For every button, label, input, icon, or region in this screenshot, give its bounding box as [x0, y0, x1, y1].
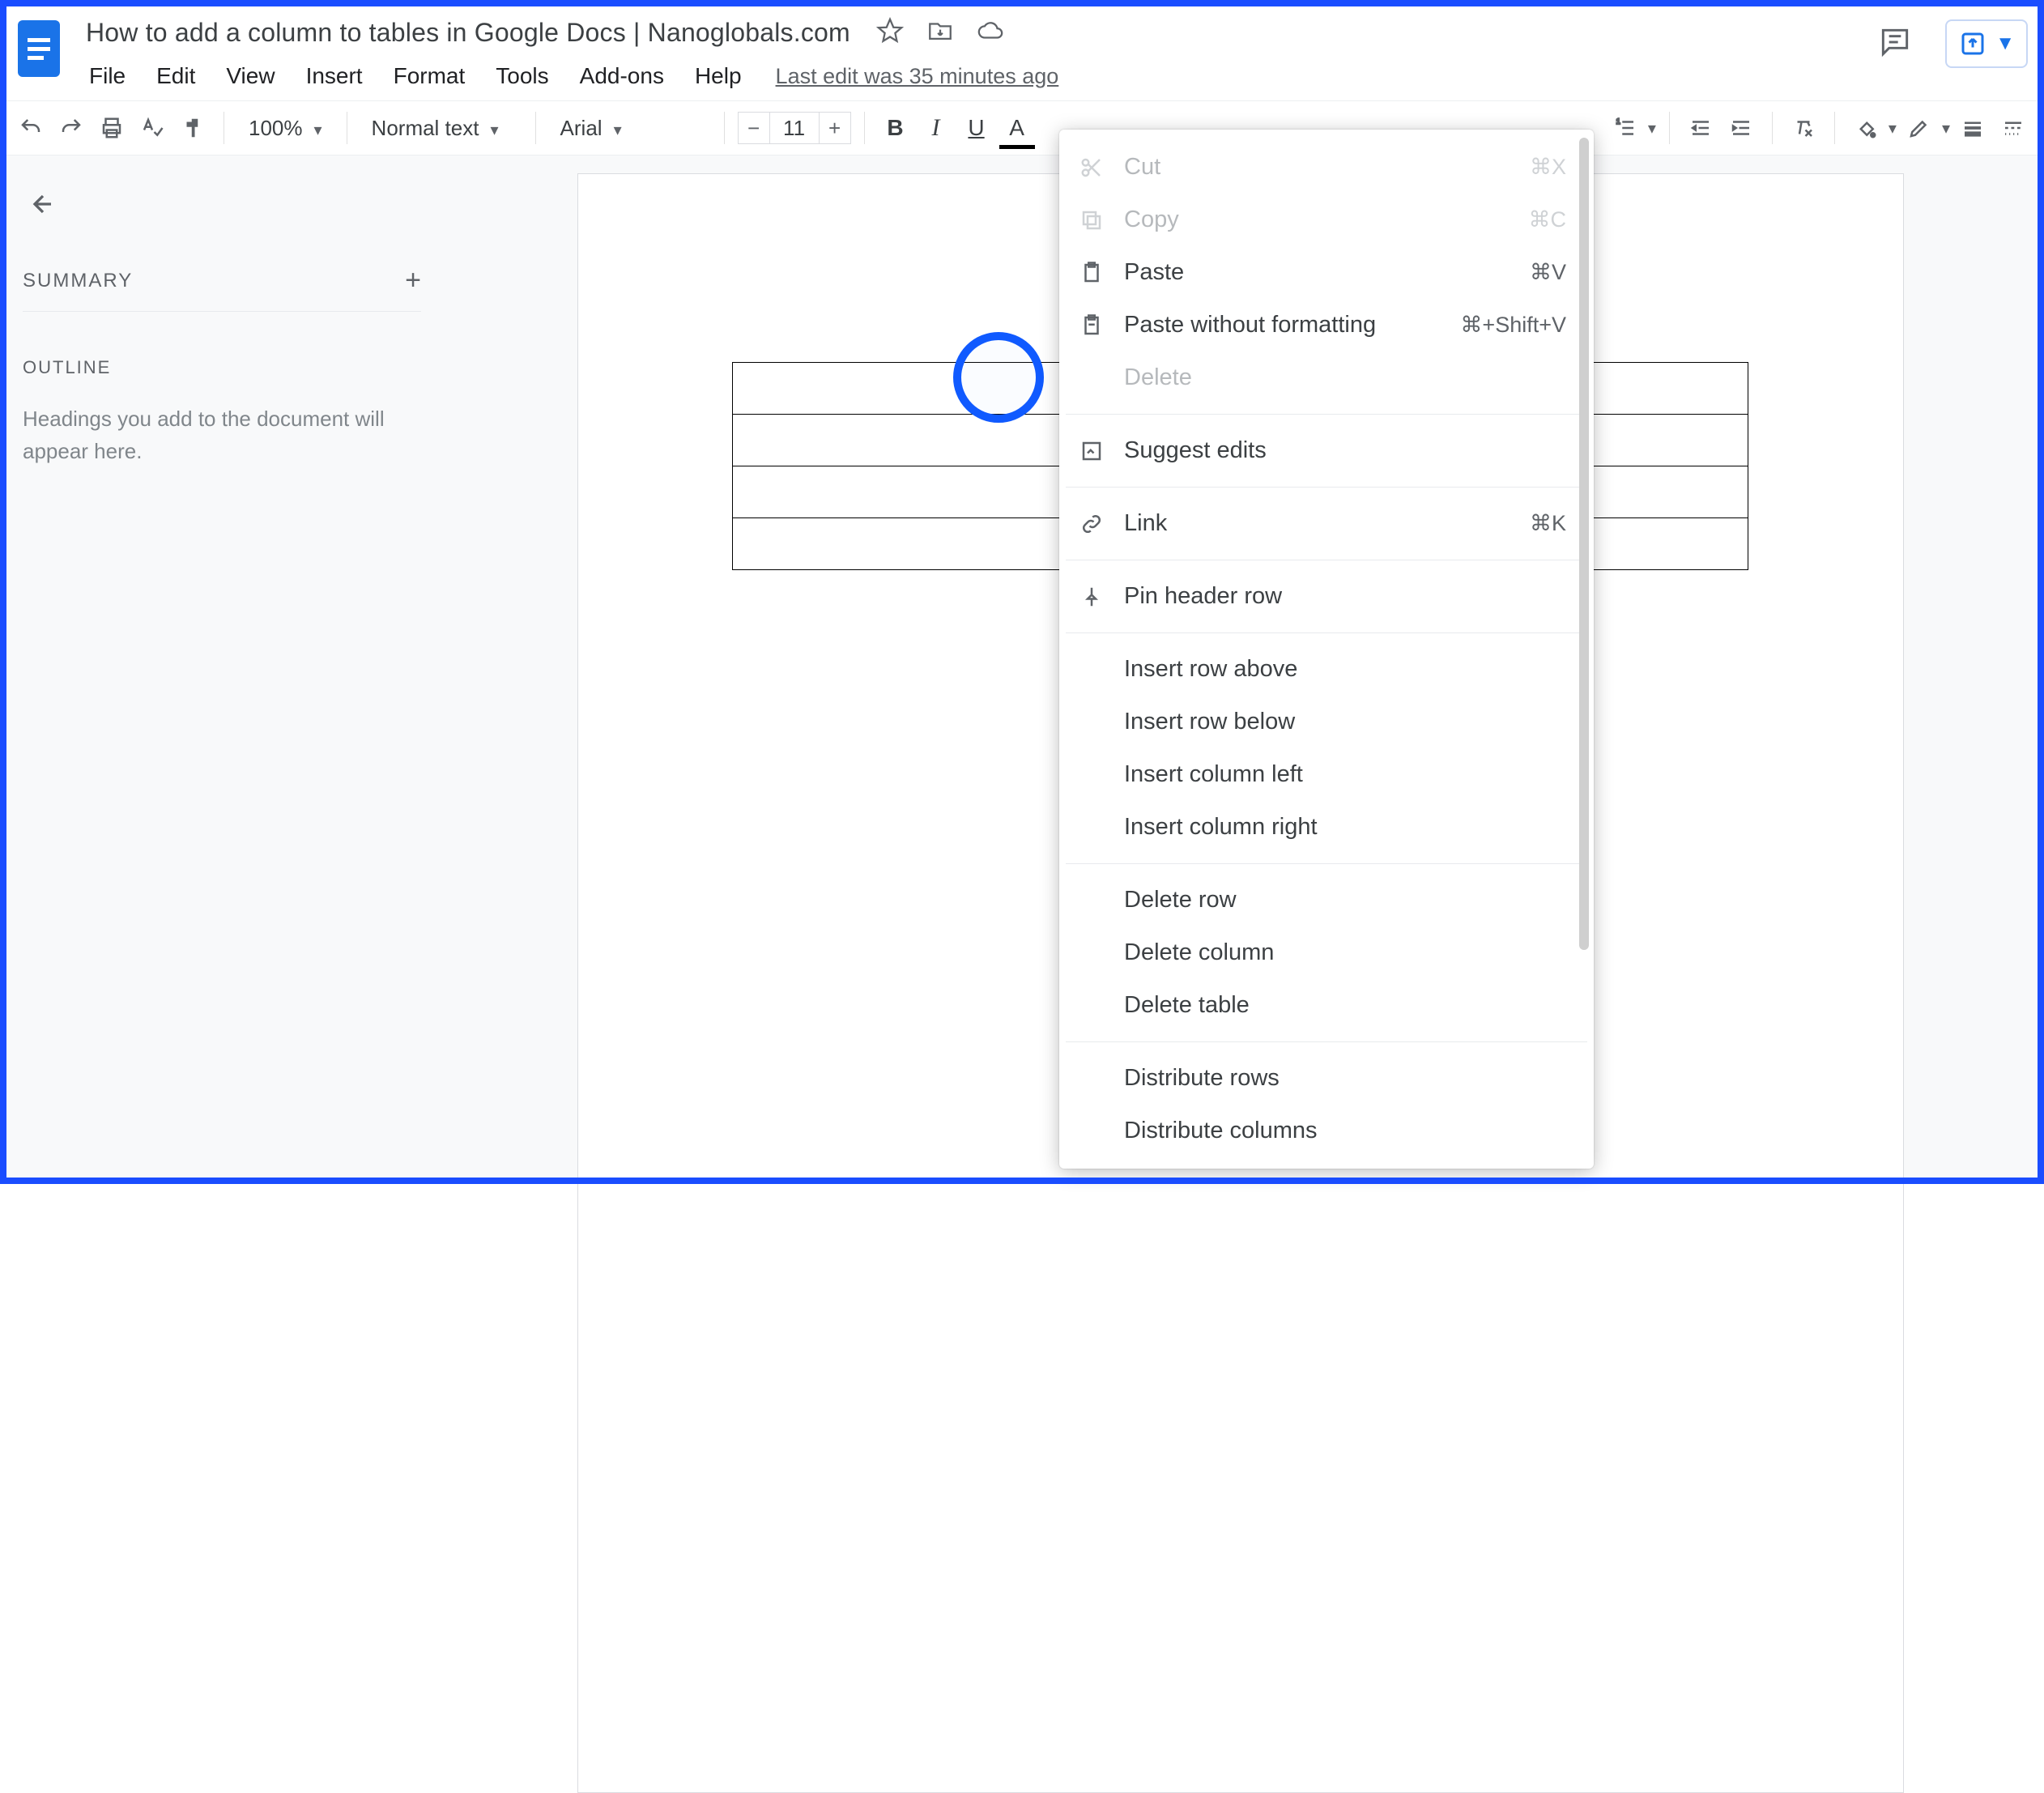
- context-insert-column-right[interactable]: Insert column right: [1059, 801, 1594, 854]
- underline-button[interactable]: U: [959, 110, 994, 146]
- font-size-value[interactable]: 11: [770, 112, 819, 144]
- fill-color-button[interactable]: [1848, 110, 1884, 146]
- border-color-button[interactable]: [1901, 110, 1937, 146]
- redo-button[interactable]: [53, 110, 89, 146]
- context-copy: Copy ⌘C: [1059, 194, 1594, 246]
- border-dash-button[interactable]: [1995, 110, 2031, 146]
- comments-icon[interactable]: [1877, 24, 1913, 64]
- font-size-increase[interactable]: +: [819, 112, 851, 144]
- summary-heading: SUMMARY: [23, 270, 133, 292]
- share-button[interactable]: ▼: [1945, 19, 2028, 68]
- undo-button[interactable]: [13, 110, 49, 146]
- chevron-down-icon[interactable]: [1942, 118, 1950, 138]
- last-edit-link[interactable]: Last edit was 35 minutes ago: [776, 64, 1059, 89]
- context-suggest-edits[interactable]: Suggest edits: [1059, 424, 1594, 477]
- numbered-list-button[interactable]: 1: [1608, 110, 1643, 146]
- border-width-button[interactable]: [1955, 110, 1991, 146]
- outline-empty-hint: Headings you add to the document will ap…: [23, 402, 411, 468]
- context-link[interactable]: Link ⌘K: [1059, 497, 1594, 550]
- font-select[interactable]: Arial: [549, 110, 711, 146]
- highlight-circle: [953, 332, 1044, 423]
- add-summary-button[interactable]: +: [405, 265, 421, 296]
- indent-decrease-button[interactable]: [1683, 110, 1718, 146]
- paragraph-style-select[interactable]: Normal text: [360, 110, 522, 146]
- context-paste[interactable]: Paste ⌘V: [1059, 246, 1594, 299]
- indent-increase-button[interactable]: [1723, 110, 1759, 146]
- move-icon[interactable]: [926, 17, 954, 49]
- svg-text:1: 1: [1616, 117, 1620, 126]
- outline-heading: OUTLINE: [23, 357, 421, 378]
- context-delete-table[interactable]: Delete table: [1059, 979, 1594, 1032]
- menu-help[interactable]: Help: [680, 58, 756, 94]
- document-title[interactable]: How to add a column to tables in Google …: [79, 15, 857, 51]
- clipboard-plain-icon: [1077, 313, 1106, 338]
- menu-view[interactable]: View: [211, 58, 289, 94]
- context-delete: Delete: [1059, 351, 1594, 404]
- menu-file[interactable]: File: [75, 58, 140, 94]
- context-delete-row[interactable]: Delete row: [1059, 874, 1594, 926]
- menubar: File Edit View Insert Format Tools Add-o…: [75, 55, 1877, 97]
- suggest-icon: [1077, 439, 1106, 463]
- context-insert-row-above[interactable]: Insert row above: [1059, 643, 1594, 696]
- menu-format[interactable]: Format: [379, 58, 480, 94]
- italic-button[interactable]: I: [918, 110, 954, 146]
- cloud-icon[interactable]: [977, 17, 1004, 49]
- context-cut: Cut ⌘X: [1059, 141, 1594, 194]
- star-icon[interactable]: [876, 17, 904, 49]
- font-size-decrease[interactable]: −: [738, 112, 770, 144]
- docs-logo[interactable]: [13, 13, 65, 84]
- link-icon: [1077, 512, 1106, 536]
- context-menu-scrollbar[interactable]: [1579, 138, 1589, 950]
- menu-tools[interactable]: Tools: [481, 58, 563, 94]
- bold-button[interactable]: B: [878, 110, 913, 146]
- copy-icon: [1077, 208, 1106, 232]
- pin-icon: [1077, 585, 1106, 609]
- clear-formatting-button[interactable]: [1786, 110, 1821, 146]
- menu-addons[interactable]: Add-ons: [565, 58, 679, 94]
- outline-sidebar: SUMMARY + OUTLINE Headings you add to th…: [6, 155, 444, 1178]
- zoom-select[interactable]: 100%: [237, 110, 334, 146]
- context-insert-column-left[interactable]: Insert column left: [1059, 748, 1594, 801]
- chevron-down-icon[interactable]: [1889, 118, 1897, 138]
- menu-edit[interactable]: Edit: [142, 58, 210, 94]
- context-menu: Cut ⌘X Copy ⌘C Paste ⌘V Paste without fo…: [1059, 130, 1594, 1169]
- toolbar: 100% Normal text Arial − 11 + B I U A 1: [0, 100, 2044, 155]
- collapse-outline-button[interactable]: [23, 188, 421, 224]
- spellcheck-button[interactable]: [134, 110, 170, 146]
- chevron-down-icon[interactable]: ▼: [1995, 32, 2015, 55]
- context-distribute-columns[interactable]: Distribute columns: [1059, 1105, 1594, 1157]
- context-insert-row-below[interactable]: Insert row below: [1059, 696, 1594, 748]
- chevron-down-icon[interactable]: [1648, 118, 1656, 138]
- print-button[interactable]: [94, 110, 130, 146]
- context-pin-header-row[interactable]: Pin header row: [1059, 570, 1594, 623]
- paint-format-button[interactable]: [175, 110, 211, 146]
- context-distribute-rows[interactable]: Distribute rows: [1059, 1052, 1594, 1105]
- menu-insert[interactable]: Insert: [292, 58, 377, 94]
- text-color-button[interactable]: A: [999, 110, 1035, 146]
- clipboard-icon: [1077, 261, 1106, 285]
- scissors-icon: [1077, 155, 1106, 180]
- context-paste-without-formatting[interactable]: Paste without formatting ⌘+Shift+V: [1059, 299, 1594, 351]
- context-delete-column[interactable]: Delete column: [1059, 926, 1594, 979]
